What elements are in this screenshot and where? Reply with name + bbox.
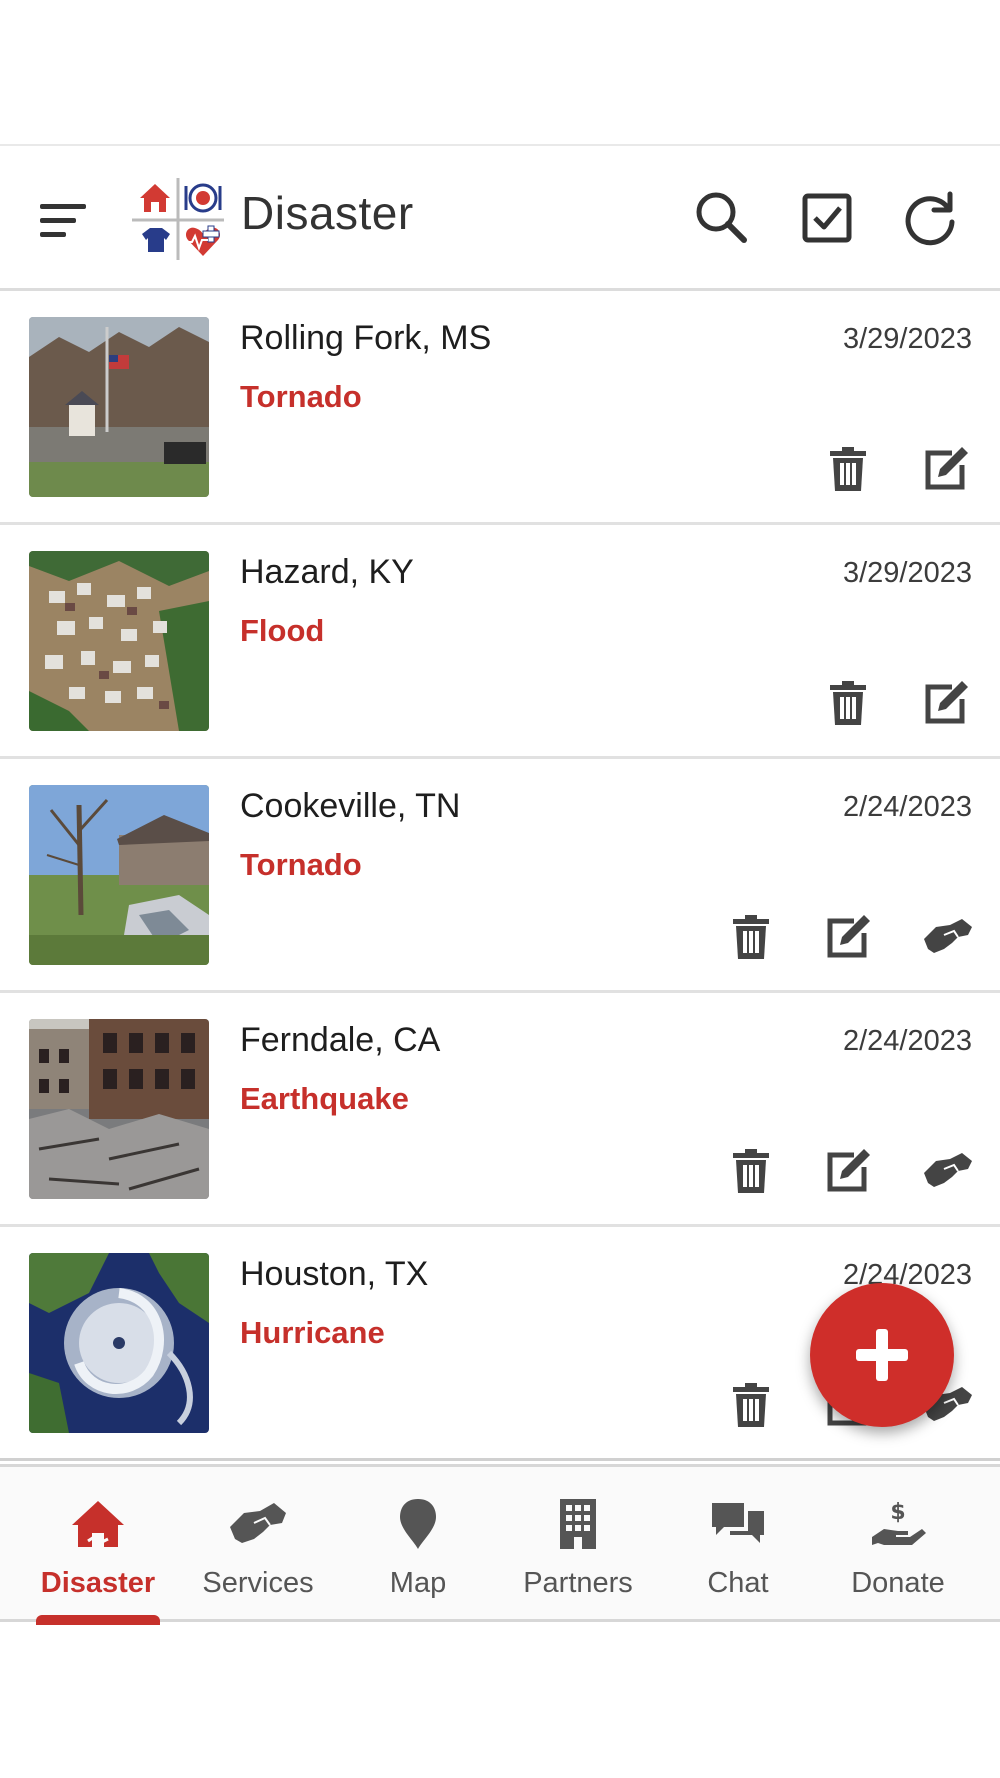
app-bar: Disaster (0, 146, 1000, 291)
edit-icon[interactable] (922, 445, 970, 493)
bottom-navigation: Disaster Services Map Partners Chat $ Do… (0, 1464, 1000, 1625)
nav-label: Map (389, 1567, 447, 1599)
delete-icon[interactable] (727, 913, 775, 961)
list-item[interactable]: Cookeville, TN Tornado 2/24/2023 (0, 759, 1000, 993)
nav-label: Services (202, 1567, 314, 1599)
search-icon[interactable] (690, 186, 754, 250)
donate-icon: $ (868, 1497, 928, 1551)
list-item[interactable]: Rolling Fork, MS Tornado 3/29/2023 (0, 291, 1000, 525)
disaster-date: 2/24/2023 (842, 791, 972, 823)
nav-item-partners[interactable]: Partners (498, 1467, 658, 1625)
disaster-type: Earthquake (240, 1081, 409, 1116)
nav-label: Chat (707, 1567, 769, 1599)
edit-icon[interactable] (922, 679, 970, 727)
disaster-type: Tornado (240, 847, 362, 882)
delete-icon[interactable] (824, 445, 872, 493)
list-item[interactable]: Ferndale, CA Earthquake 2/24/2023 (0, 993, 1000, 1227)
disaster-thumbnail (29, 551, 209, 731)
handshake-icon (228, 1497, 288, 1551)
handshake-icon[interactable] (922, 1147, 972, 1195)
add-disaster-button[interactable] (810, 1283, 954, 1427)
delete-icon[interactable] (727, 1381, 775, 1429)
disaster-list: Rolling Fork, MS Tornado 3/29/2023 Hazar… (0, 291, 1000, 1461)
disaster-type: Hurricane (240, 1315, 385, 1350)
map-marker-icon (388, 1497, 448, 1551)
refresh-icon[interactable] (898, 186, 962, 250)
list-item[interactable]: Hazard, KY Flood 3/29/2023 (0, 525, 1000, 759)
delete-icon[interactable] (727, 1147, 775, 1195)
handshake-icon[interactable] (922, 913, 972, 961)
delete-icon[interactable] (824, 679, 872, 727)
nav-item-map[interactable]: Map (338, 1467, 498, 1625)
nav-label: Donate (851, 1567, 945, 1599)
nav-label: Disaster (40, 1567, 156, 1599)
svg-text:$: $ (890, 1500, 905, 1525)
app-logo (128, 176, 228, 262)
edit-icon[interactable] (824, 1147, 872, 1195)
plus-icon (856, 1329, 908, 1381)
edit-icon[interactable] (824, 913, 872, 961)
disaster-location: Cookeville, TN (240, 787, 461, 825)
disaster-location: Hazard, KY (240, 553, 414, 591)
nav-item-services[interactable]: Services (178, 1467, 338, 1625)
disaster-location: Ferndale, CA (240, 1021, 441, 1059)
nav-item-donate[interactable]: $ Donate (818, 1467, 978, 1625)
active-tab-indicator (36, 1615, 160, 1625)
disaster-location: Rolling Fork, MS (240, 319, 492, 357)
disaster-date: 3/29/2023 (842, 557, 972, 589)
nav-item-disaster[interactable]: Disaster (18, 1467, 178, 1625)
disaster-date: 3/29/2023 (842, 323, 972, 355)
disaster-thumbnail (29, 1019, 209, 1199)
building-icon (548, 1497, 608, 1551)
page-title: Disaster (241, 187, 414, 239)
checkbox-icon[interactable] (795, 186, 859, 250)
disaster-thumbnail (29, 785, 209, 965)
disaster-thumbnail (29, 317, 209, 497)
disaster-type: Flood (240, 613, 325, 648)
home-icon (68, 1497, 128, 1551)
menu-icon[interactable] (36, 192, 96, 248)
disaster-date: 2/24/2023 (842, 1025, 972, 1057)
status-bar-area (0, 0, 1000, 146)
disaster-location: Houston, TX (240, 1255, 429, 1293)
disaster-type: Tornado (240, 379, 362, 414)
nav-label: Partners (523, 1567, 633, 1599)
disaster-thumbnail (29, 1253, 209, 1433)
chat-icon (708, 1497, 768, 1551)
nav-item-chat[interactable]: Chat (658, 1467, 818, 1625)
